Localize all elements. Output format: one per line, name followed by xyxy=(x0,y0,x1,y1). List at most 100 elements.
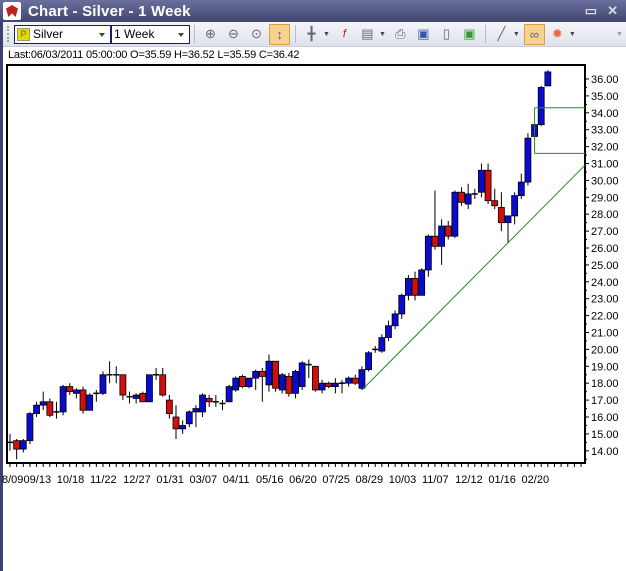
x-tick-label: 04/11 xyxy=(223,474,250,486)
candle-down xyxy=(165,399,173,415)
candle-up xyxy=(504,215,512,224)
x-tick-label: 07/25 xyxy=(322,474,350,486)
candle-down xyxy=(46,401,54,416)
x-tick-label: 02/20 xyxy=(522,474,550,486)
candle-up xyxy=(86,394,94,411)
candle-down xyxy=(431,235,439,247)
x-tick-label: 10/18 xyxy=(57,474,85,486)
candle-down xyxy=(238,376,246,387)
candle-up xyxy=(265,360,273,386)
y-tick-label: 15.00 xyxy=(591,429,619,441)
candle-down xyxy=(491,200,499,207)
candle-up xyxy=(232,377,240,391)
y-tick-label: 31.00 xyxy=(591,159,619,171)
y-tick-label: 36.00 xyxy=(591,74,619,86)
x-tick-label: 8/09 xyxy=(2,474,23,486)
candle-up xyxy=(19,440,27,450)
y-tick-label: 32.00 xyxy=(591,142,619,154)
y-tick-label: 19.00 xyxy=(591,361,619,373)
candle-up xyxy=(544,71,552,87)
y-tick-label: 23.00 xyxy=(591,294,619,306)
y-tick-label: 16.00 xyxy=(591,412,619,424)
y-tick-label: 14.00 xyxy=(591,446,619,458)
candle-up xyxy=(278,374,286,391)
candle-down xyxy=(66,386,74,393)
candle-down xyxy=(351,377,359,384)
candle-down xyxy=(458,191,465,203)
y-tick-label: 35.00 xyxy=(591,91,619,103)
y-tick-label: 21.00 xyxy=(591,328,619,340)
candle-up xyxy=(365,352,372,371)
plot-area xyxy=(6,64,586,464)
candle-down xyxy=(258,370,266,377)
candle-up xyxy=(292,370,299,394)
candle-up xyxy=(391,313,399,327)
candle-down xyxy=(139,392,147,403)
y-tick-label: 26.00 xyxy=(591,243,619,255)
x-tick-label: 11/22 xyxy=(90,474,117,486)
candle-up xyxy=(331,382,339,387)
candle-up xyxy=(537,87,545,126)
y-tick-label: 28.00 xyxy=(591,209,619,221)
candle-down xyxy=(159,374,167,396)
candle-down xyxy=(13,440,21,450)
x-tick-label: 01/16 xyxy=(488,474,516,486)
candlestick-chart[interactable]: 14.00 15.00 16.00 17.00 18.00 19.00 20.00 21.00… xyxy=(0,0,626,571)
candle-up xyxy=(464,193,472,205)
y-tick-label: 34.00 xyxy=(591,108,619,120)
candle-down xyxy=(325,382,333,387)
candle-up xyxy=(478,169,485,193)
candle-down xyxy=(79,389,87,411)
candle-down xyxy=(119,374,127,396)
candle-up xyxy=(358,369,366,389)
y-tick-label: 24.00 xyxy=(591,277,619,289)
x-tick-label: 12/27 xyxy=(123,474,151,486)
candle-up xyxy=(298,362,306,387)
candle-down xyxy=(484,169,492,202)
candle-up xyxy=(418,269,426,296)
x-tick-label: 09/13 xyxy=(24,474,52,486)
candle-down xyxy=(444,225,452,237)
candle-up xyxy=(73,389,80,394)
y-tick-label: 27.00 xyxy=(591,226,619,238)
candle-down xyxy=(285,376,293,394)
y-tick-label: 25.00 xyxy=(591,260,619,272)
candle-down xyxy=(272,360,280,389)
x-tick-label: 03/07 xyxy=(190,474,218,486)
candle-down xyxy=(312,365,319,391)
candle-up xyxy=(179,425,187,430)
candle-up xyxy=(132,394,140,399)
candle-down xyxy=(205,398,213,403)
candle-up xyxy=(99,374,107,394)
candle-up xyxy=(245,377,253,387)
candle-up xyxy=(26,413,34,442)
candle-up xyxy=(451,191,459,237)
candle-up xyxy=(59,386,67,413)
candle-up xyxy=(438,225,446,247)
y-tick-label: 17.00 xyxy=(591,395,619,407)
x-tick-label: 01/31 xyxy=(156,474,184,486)
x-tick-label: 05/16 xyxy=(256,474,284,486)
candle-up xyxy=(192,408,200,413)
candle-up xyxy=(199,394,206,413)
candle-up xyxy=(345,377,353,384)
y-tick-label: 18.00 xyxy=(591,378,619,390)
x-tick-label: 08/29 xyxy=(356,474,384,486)
candle-up xyxy=(225,386,233,403)
candle-down xyxy=(411,278,419,296)
x-tick-label: 12/12 xyxy=(455,474,483,486)
candle-up xyxy=(33,404,40,415)
x-tick-label: 06/20 xyxy=(289,474,317,486)
candle-up xyxy=(404,278,412,296)
candle-up xyxy=(185,411,193,425)
candle-up xyxy=(511,195,519,217)
candle-up xyxy=(424,235,432,271)
candle-up xyxy=(524,137,532,183)
candle-up xyxy=(252,370,260,379)
candle-up xyxy=(378,337,386,352)
y-tick-label: 33.00 xyxy=(591,125,619,137)
candle-up xyxy=(318,382,326,391)
y-tick-label: 20.00 xyxy=(591,344,619,356)
candle-up xyxy=(517,181,525,197)
candle-up xyxy=(146,374,153,403)
